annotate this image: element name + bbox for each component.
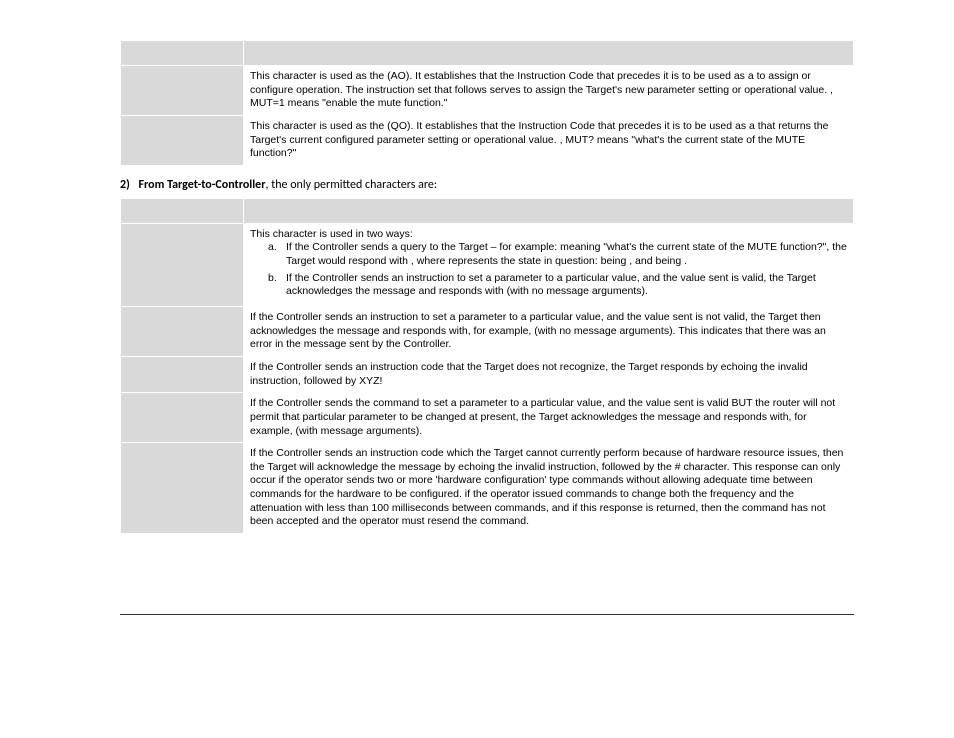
header-cell-right [244,198,854,223]
header-cell-left [121,198,244,223]
label-cell [121,356,244,392]
description-cell: If the Controller sends an instruction c… [244,443,854,534]
description-cell: If the Controller sends an instruction t… [244,307,854,357]
header-cell-right [244,41,854,66]
description-cell: This character is used as the (QO). It e… [244,115,854,165]
section-bold: From Target-to-Controller [139,178,266,192]
text: (AO). It establishes that the Instructio… [387,70,756,82]
list-letter: a. [268,241,286,268]
list-text: If the Controller sends a query to the T… [286,241,847,268]
table-row: If the Controller sends an instruction t… [121,307,854,357]
description-cell: If the Controller sends an instruction c… [244,356,854,392]
list-item: b. If the Controller sends an instructio… [268,272,847,299]
section-title-2: 2) From Target-to-Controller, the only p… [120,178,854,192]
table-header-row [121,198,854,223]
label-cell [121,307,244,357]
intro-text: This character is used in two ways: [250,228,847,242]
section-number: 2) [120,178,130,192]
text: This character is used as the [250,120,387,132]
label-cell [121,115,244,165]
description-cell: This character is used as the (AO). It e… [244,66,854,116]
table-controller-to-target: This character is used as the (AO). It e… [120,40,854,166]
header-cell-left [121,41,244,66]
table-row: This character is used as the (QO). It e… [121,115,854,165]
table-row: This character is used in two ways: a. I… [121,223,854,306]
table-row: This character is used as the (AO). It e… [121,66,854,116]
text: This character is used as the [250,70,387,82]
list-item: a. If the Controller sends a query to th… [268,241,847,268]
label-cell [121,393,244,443]
text: (QO). It establishes that the Instructio… [387,120,758,132]
table-header-row [121,41,854,66]
list-text: If the Controller sends an instruction t… [286,272,847,299]
label-cell [121,66,244,116]
label-cell [121,223,244,306]
label-cell [121,443,244,534]
section-rest: , the only permitted characters are: [265,178,437,192]
list-letter: b. [268,272,286,299]
footer-rule [120,614,854,615]
description-cell: This character is used in two ways: a. I… [244,223,854,306]
table-row: If the Controller sends the command to s… [121,393,854,443]
description-cell: If the Controller sends the command to s… [244,393,854,443]
table-row: If the Controller sends an instruction c… [121,356,854,392]
table-target-to-controller: This character is used in two ways: a. I… [120,198,854,534]
table-row: If the Controller sends an instruction c… [121,443,854,534]
